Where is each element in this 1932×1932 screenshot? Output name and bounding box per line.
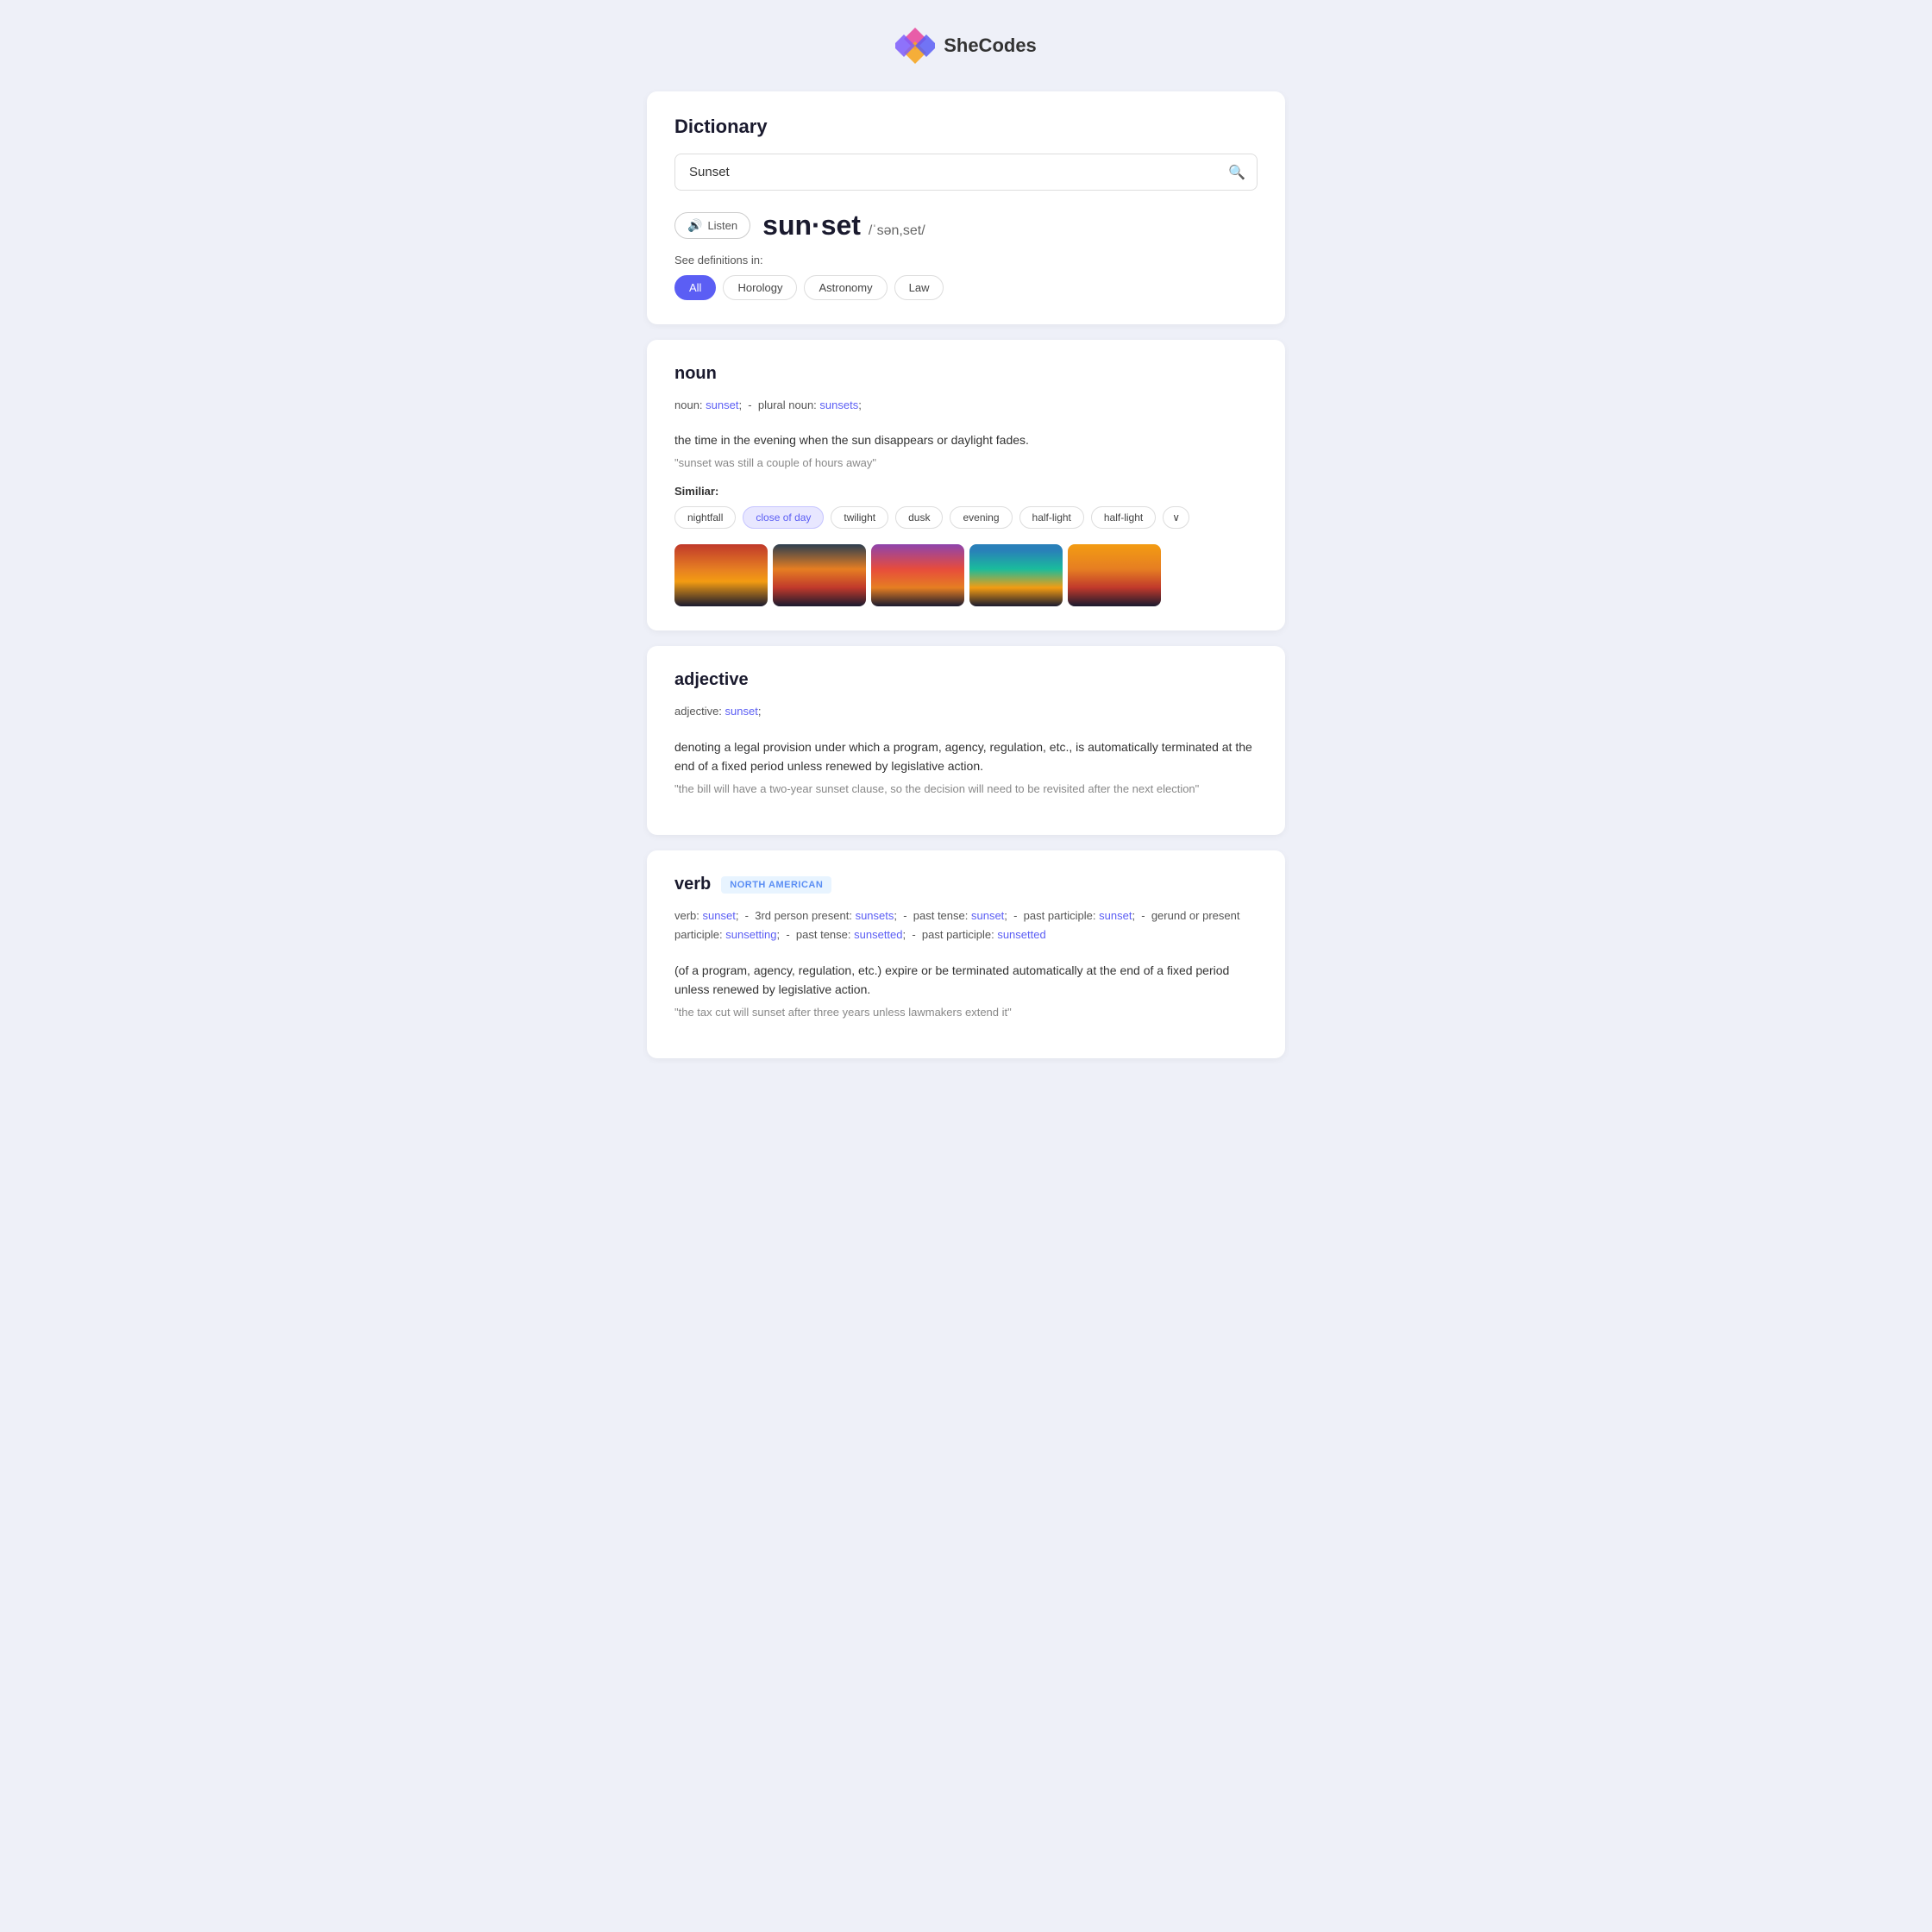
verb-example: "the tax cut will sunset after three yea… (674, 1006, 1258, 1019)
sunset-image-1[interactable] (674, 544, 768, 606)
noun-card: noun noun: sunset; - plural noun: sunset… (647, 340, 1285, 630)
logo: SheCodes (895, 26, 1037, 66)
verb-definition: (of a program, agency, regulation, etc.)… (674, 961, 1258, 1000)
adjective-form-label: adjective: (674, 705, 725, 718)
noun-link[interactable]: sunset (706, 398, 738, 411)
adjective-card: adjective adjective: sunset; denoting a … (647, 646, 1285, 835)
header: SheCodes (17, 26, 1915, 66)
category-horology[interactable]: Horology (723, 275, 797, 300)
verb-pos-label: verb (674, 875, 711, 894)
shecodes-logo-icon (895, 26, 935, 66)
listen-button[interactable]: 🔊 Listen (674, 212, 750, 239)
adjective-example: "the bill will have a two-year sunset cl… (674, 782, 1258, 795)
regional-badge: NORTH AMERICAN (721, 876, 831, 894)
noun-pos-label: noun (674, 364, 1258, 384)
sunset-image-4[interactable] (969, 544, 1063, 606)
verb-forms: verb: sunset; - 3rd person present: suns… (674, 906, 1258, 944)
noun-plural-link[interactable]: sunsets (819, 398, 858, 411)
word-display: sun·set /ˈsən,set/ (762, 210, 925, 242)
speaker-icon: 🔊 (687, 218, 702, 233)
adjective-definition: denoting a legal provision under which a… (674, 737, 1258, 776)
search-wrapper: 🔍 (674, 154, 1258, 191)
adjective-link[interactable]: sunset (725, 705, 758, 718)
adjective-pos-label: adjective (674, 670, 1258, 690)
dictionary-card: Dictionary 🔍 🔊 Listen sun·set /ˈsən,set/… (647, 91, 1285, 324)
noun-forms: noun: sunset; - plural noun: sunsets; (674, 396, 1258, 415)
noun-form-label: noun: (674, 398, 706, 411)
category-all[interactable]: All (674, 275, 716, 300)
sunset-image-5[interactable] (1068, 544, 1161, 606)
sim-tag-nightfall[interactable]: nightfall (674, 506, 736, 529)
sim-tag-dusk[interactable]: dusk (895, 506, 943, 529)
sim-tag-half-light-1[interactable]: half-light (1019, 506, 1084, 529)
category-astronomy[interactable]: Astronomy (804, 275, 887, 300)
sim-tag-half-light-2[interactable]: half-light (1091, 506, 1156, 529)
category-law[interactable]: Law (894, 275, 944, 300)
listen-label: Listen (707, 219, 737, 232)
sunset-images (674, 544, 1258, 606)
verb-link[interactable]: sunset (703, 909, 736, 922)
verb-gerund-link[interactable]: sunsetting (725, 928, 776, 941)
sim-tag-twilight[interactable]: twilight (831, 506, 888, 529)
word-text: sun·set (762, 210, 861, 241)
sim-tag-more[interactable]: ∨ (1163, 506, 1189, 529)
noun-definition: the time in the evening when the sun dis… (674, 430, 1258, 449)
verb-past-participle-link[interactable]: sunset (1099, 909, 1132, 922)
verb-header: verb NORTH AMERICAN (674, 875, 1258, 894)
noun-example: "sunset was still a couple of hours away… (674, 456, 1258, 469)
dictionary-title: Dictionary (674, 116, 1258, 138)
similar-label: Similiar: (674, 485, 1258, 498)
category-buttons: All Horology Astronomy Law (674, 275, 1258, 300)
see-definitions-label: See definitions in: (674, 254, 1258, 267)
verb-past-tense2-link[interactable]: sunsetted (854, 928, 902, 941)
verb-card: verb NORTH AMERICAN verb: sunset; - 3rd … (647, 850, 1285, 1058)
search-input[interactable] (674, 154, 1258, 191)
sunset-image-3[interactable] (871, 544, 964, 606)
sim-tag-evening[interactable]: evening (950, 506, 1012, 529)
main-content: Dictionary 🔍 🔊 Listen sun·set /ˈsən,set/… (647, 91, 1285, 1058)
sim-tag-close-of-day[interactable]: close of day (743, 506, 824, 529)
phonetic-text: /ˈsən,set/ (869, 223, 925, 238)
adjective-forms: adjective: sunset; (674, 702, 1258, 721)
search-icon[interactable]: 🔍 (1228, 164, 1245, 181)
verb-past-participle2-link[interactable]: sunsetted (997, 928, 1045, 941)
pronunciation-row: 🔊 Listen sun·set /ˈsən,set/ (674, 210, 1258, 242)
sunset-image-2[interactable] (773, 544, 866, 606)
verb-third-person-link[interactable]: sunsets (856, 909, 894, 922)
similar-tags: nightfall close of day twilight dusk eve… (674, 506, 1258, 529)
logo-text: SheCodes (944, 34, 1037, 57)
verb-past-tense-link[interactable]: sunset (971, 909, 1004, 922)
